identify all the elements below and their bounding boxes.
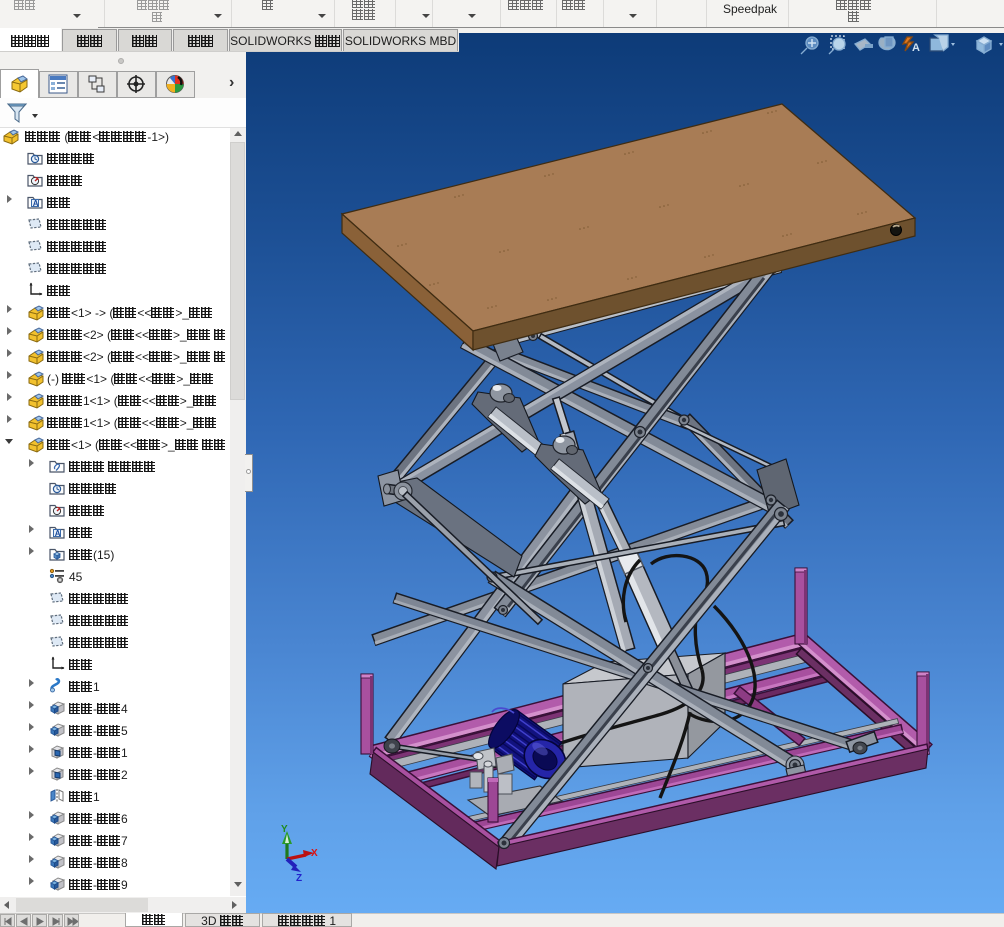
svg-text:Y: Y: [281, 824, 288, 835]
svg-text:Z: Z: [296, 873, 302, 884]
svg-text:X: X: [311, 848, 318, 859]
